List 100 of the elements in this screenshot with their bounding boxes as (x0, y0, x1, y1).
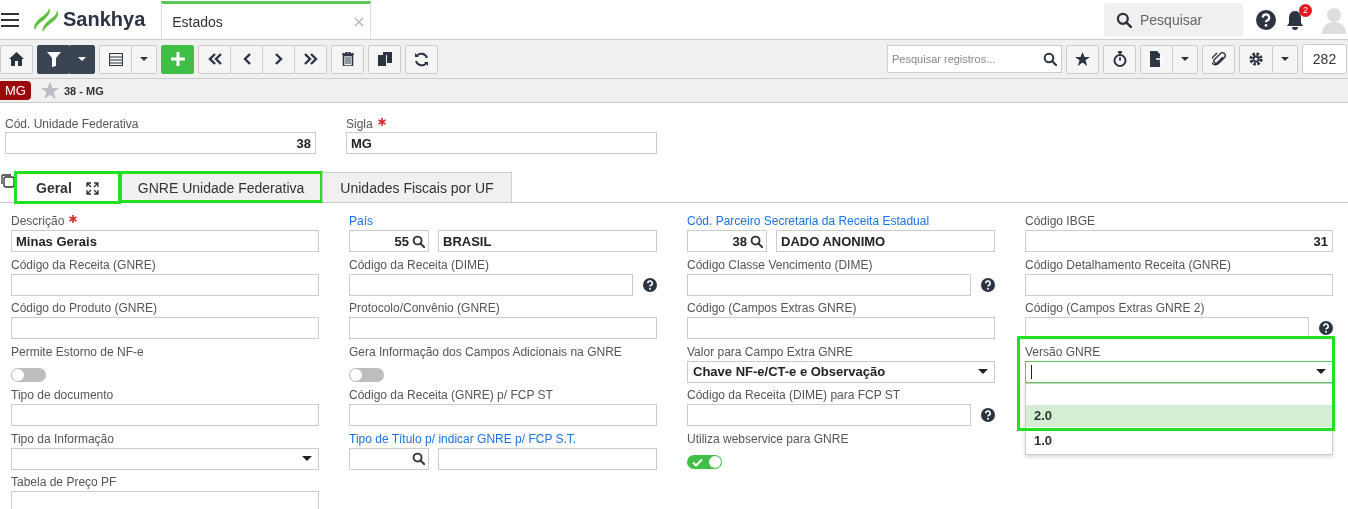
attach-button[interactable] (1202, 44, 1235, 74)
input-field[interactable] (687, 317, 995, 339)
dropdown-field[interactable]: Chave NF-e/CT-e e Observação (687, 360, 995, 383)
input-field[interactable] (349, 317, 657, 339)
brand-name: Sankhya (63, 8, 146, 31)
filter-icon (46, 51, 61, 67)
dropdown-option[interactable]: 2.0 (1026, 404, 1332, 427)
search-field[interactable]: Pesquisar (1104, 3, 1243, 36)
double-chevron-left-icon (207, 53, 222, 65)
caret-icon (302, 456, 312, 461)
input-field[interactable] (349, 404, 657, 426)
input-field[interactable]: DADO ANONIMO (776, 230, 995, 252)
field-label: Código IBGE (1025, 214, 1096, 228)
paperclip-icon (1211, 51, 1226, 67)
field-label: Código (Campos Extras GNRE 2) (1025, 301, 1205, 315)
stopwatch-icon (1112, 51, 1127, 67)
input-field[interactable] (11, 273, 319, 296)
grid-view-button[interactable] (99, 44, 132, 74)
copy-icon (1, 174, 15, 188)
field-label: Código da Receita (DIME) (349, 257, 490, 272)
bell-icon (1286, 9, 1304, 30)
field-label: Gera Informação dos Campos Adicionais na GNRE (349, 344, 622, 359)
field-label: Sigla (346, 116, 657, 132)
settings-button[interactable] (1239, 44, 1273, 74)
home-button[interactable] (0, 44, 33, 74)
record-count: 282 (1302, 44, 1347, 74)
trash-icon (341, 52, 354, 66)
search-icon (1116, 11, 1132, 28)
input-field[interactable]: BRASIL (438, 230, 657, 252)
tab[interactable]: Unidades Fiscais por UF (322, 172, 512, 202)
refresh-icon (414, 51, 429, 67)
chevron-right-icon (274, 53, 283, 65)
input-field[interactable]: MG (346, 132, 657, 154)
previous-button[interactable] (230, 44, 263, 74)
search-icon (412, 452, 425, 465)
duplicate-button[interactable] (368, 44, 401, 74)
toggle-switch[interactable] (687, 455, 722, 469)
field-link[interactable]: País (349, 214, 373, 228)
field-label: Código da Receita (DIME) para FCP ST (687, 388, 901, 402)
input-field[interactable]: 38 (5, 132, 316, 154)
field-label: Protocolo/Convênio (GNRE) (349, 301, 500, 315)
search-icon (1043, 52, 1057, 66)
toggle-switch[interactable] (11, 368, 46, 382)
delete-button[interactable] (331, 44, 364, 74)
gear-icon (1248, 51, 1264, 67)
first-button[interactable] (198, 44, 231, 74)
grid-icon (108, 52, 123, 66)
field-label: Código Classe Vencimento (DIME) (687, 257, 873, 272)
star-icon (1075, 52, 1090, 66)
field-label: Tabela de Preço PF (11, 475, 117, 489)
input-field[interactable] (349, 273, 633, 296)
input-field[interactable] (687, 404, 971, 426)
tab[interactable]: Geral (15, 172, 120, 203)
field-label: Valor para Campo Extra GNRE (687, 344, 853, 359)
help-icon (1256, 9, 1276, 30)
input-field[interactable] (1025, 317, 1309, 339)
search-icon (750, 234, 763, 248)
field-label: Código do Produto (GNRE) (11, 301, 158, 315)
text-cursor (1031, 364, 1032, 379)
record-search-field[interactable]: Pesquisar registros... (887, 45, 1062, 73)
close-icon (354, 16, 365, 27)
filter-button[interactable] (37, 44, 70, 74)
dropdown-option[interactable]: 1.0 (1026, 426, 1332, 454)
timer-button[interactable] (1103, 44, 1136, 74)
notification-badge: 2 (1299, 3, 1312, 17)
input-field[interactable] (11, 404, 319, 426)
input-field[interactable] (1025, 273, 1333, 296)
export-file-icon (1149, 51, 1164, 67)
input-field[interactable] (11, 317, 319, 339)
input-field[interactable]: Minas Gerais (11, 230, 319, 252)
code-field[interactable]: 55 (349, 230, 429, 252)
field-link[interactable]: Cód. Parceiro Secretaria da Receita Estadual (687, 214, 930, 228)
expand-icon (85, 182, 99, 195)
export-button[interactable] (1140, 44, 1173, 74)
caret-icon (140, 57, 148, 61)
caret-icon (1316, 369, 1326, 374)
home-icon (9, 52, 24, 66)
caret-icon (1181, 57, 1189, 61)
search-icon (412, 234, 425, 248)
avatar-icon (1322, 5, 1346, 34)
record-badge: MG (0, 81, 31, 100)
field-link[interactable]: Tipo de Título p/ indicar GNRE p/ FCP S.T. (349, 431, 577, 446)
input-field[interactable]: 31 (1025, 230, 1333, 252)
input-field[interactable] (438, 447, 657, 470)
next-button[interactable] (262, 44, 295, 74)
favorite-button[interactable] (1066, 44, 1099, 74)
dropdown-field[interactable] (1025, 360, 1333, 383)
input-field[interactable] (687, 273, 971, 296)
field-label: Tipo da Informação (11, 431, 114, 446)
refresh-button[interactable] (405, 44, 438, 74)
field-label: Tipo de documento (11, 388, 114, 402)
code-field[interactable] (349, 447, 429, 470)
filter-menu-button[interactable] (69, 44, 95, 74)
field-label: Código da Receita (GNRE) (11, 257, 156, 272)
dropdown-field[interactable] (11, 447, 319, 470)
tab[interactable]: GNRE Unidade Federativa (119, 172, 323, 202)
toggle-switch[interactable] (349, 368, 384, 382)
last-button[interactable] (294, 44, 327, 74)
input-field[interactable] (11, 491, 319, 509)
code-field[interactable]: 38 (687, 230, 767, 252)
